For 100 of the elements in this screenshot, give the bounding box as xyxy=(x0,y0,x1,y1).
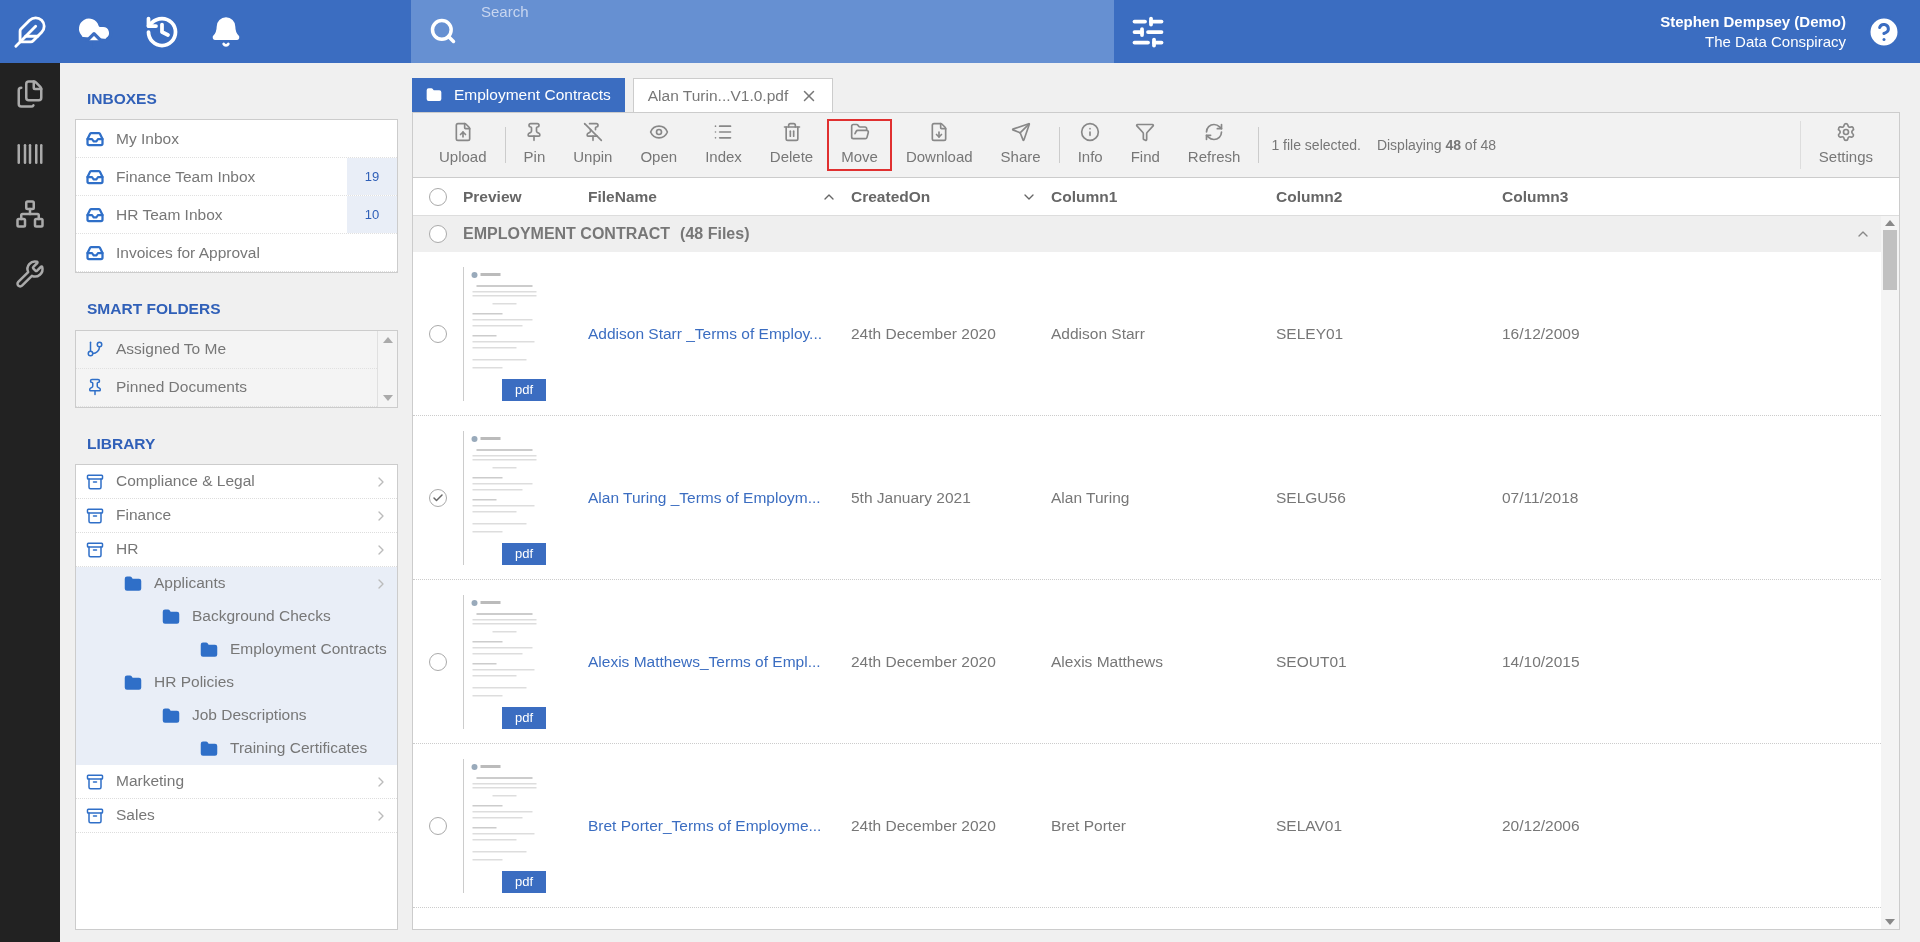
paper-plane-icon xyxy=(1010,121,1031,142)
folder-icon xyxy=(124,673,142,692)
inbox-icon xyxy=(86,129,104,148)
inbox-item[interactable]: Invoices for Approval xyxy=(76,234,397,273)
folder-icon xyxy=(200,640,218,659)
toolbar-button[interactable]: Index xyxy=(691,119,756,171)
file-name-link[interactable]: Addison Starr _Terms of Employ... xyxy=(588,321,851,346)
inbox-label: Finance Team Inbox xyxy=(116,167,257,188)
inbox-item[interactable]: Finance Team Inbox 19 xyxy=(76,158,397,197)
scroll-down-icon[interactable] xyxy=(1885,919,1895,925)
library-label: Applicants xyxy=(154,572,227,593)
tab[interactable]: Alan Turin...V1.0.pdf xyxy=(632,78,834,112)
column-header[interactable]: FileName xyxy=(588,184,851,209)
column3-cell-text: 16/12/2009 xyxy=(1502,323,1581,344)
toolbar-button[interactable]: Settings xyxy=(1804,119,1887,171)
created-on-cell-text: 24th December 2020 xyxy=(851,323,997,344)
inbox-count: 19 xyxy=(347,158,397,196)
column-header[interactable]: CreatedOn xyxy=(851,184,1051,209)
funnel-icon xyxy=(1135,121,1156,142)
documents-icon[interactable] xyxy=(15,79,45,109)
library-item[interactable]: Background Checks xyxy=(76,599,397,633)
toolbar-button[interactable]: Move xyxy=(827,119,892,171)
tab[interactable]: Employment Contracts xyxy=(412,78,625,112)
column-header[interactable]: Column2 xyxy=(1276,184,1502,209)
pin-icon xyxy=(86,378,104,396)
inbox-label: Invoices for Approval xyxy=(116,243,261,264)
row-checkbox[interactable] xyxy=(429,488,447,507)
tab-label: Employment Contracts xyxy=(454,85,611,106)
unpin-icon xyxy=(582,121,603,142)
bell-icon[interactable] xyxy=(210,15,242,48)
group-count: (48 Files) xyxy=(680,224,751,244)
file-type-label: pdf xyxy=(502,542,546,565)
toolbar-button[interactable]: Unpin xyxy=(559,119,627,171)
toolbar-button[interactable]: Pin xyxy=(509,119,560,171)
branch-icon xyxy=(86,340,104,358)
smart-folder-item[interactable]: Pinned Documents xyxy=(76,368,377,407)
column2-cell-text: SELAV01 xyxy=(1276,815,1344,836)
library-label: Compliance & Legal xyxy=(116,470,256,491)
toolbar-button[interactable]: Find xyxy=(1116,119,1174,171)
row-checkbox[interactable] xyxy=(429,652,447,671)
search-icon xyxy=(429,17,457,45)
inbox-item[interactable]: HR Team Inbox 10 xyxy=(76,196,397,235)
toolbar-button[interactable]: Share xyxy=(986,119,1055,171)
library-label: Background Checks xyxy=(192,605,332,626)
column2-cell-text: SELGU56 xyxy=(1276,487,1347,508)
library-item[interactable]: Applicants xyxy=(76,566,397,600)
toolbar-button[interactable]: Delete xyxy=(755,119,828,171)
column1-cell-text: Alexis Matthews xyxy=(1051,651,1164,672)
search-field[interactable]: Search xyxy=(411,0,1114,63)
row-checkbox[interactable] xyxy=(429,324,447,343)
settings-icon xyxy=(1835,121,1856,142)
scroll-thumb[interactable] xyxy=(1883,230,1897,290)
library-label: Training Certificates xyxy=(230,737,369,758)
file-type-label: pdf xyxy=(502,870,546,893)
hierarchy-icon[interactable] xyxy=(15,199,45,229)
select-all-checkbox[interactable] xyxy=(429,187,447,206)
row-checkbox[interactable] xyxy=(429,816,447,835)
inbox-label: HR Team Inbox xyxy=(116,205,224,226)
file-name-link[interactable]: Bret Porter_Terms of Employme... xyxy=(588,813,851,838)
check-icon xyxy=(432,491,444,504)
file-name-link[interactable]: Alexis Matthews_Terms of Empl... xyxy=(588,649,851,674)
selection-status: 1 file selected. xyxy=(1271,135,1361,155)
tools-icon[interactable] xyxy=(15,259,45,289)
column-header[interactable]: Column3 xyxy=(1502,184,1728,209)
column-header[interactable]: Column1 xyxy=(1051,184,1276,209)
toolbar-button[interactable]: Upload xyxy=(425,119,501,171)
logo-icon xyxy=(13,14,47,49)
library-label: HR xyxy=(116,538,140,559)
library-label: HR Policies xyxy=(154,671,236,692)
cabinet-icon xyxy=(86,806,104,825)
toolbar-button[interactable]: Open xyxy=(626,119,692,171)
scroll-up-icon[interactable] xyxy=(1885,220,1895,226)
smart-folder-label: Assigned To Me xyxy=(116,339,226,360)
toolbar-button[interactable]: Refresh xyxy=(1173,119,1255,171)
column1-cell-text: Bret Porter xyxy=(1051,815,1127,836)
group-checkbox[interactable] xyxy=(429,225,447,243)
section-title: SMART FOLDERS xyxy=(87,299,222,320)
smart-folder-item[interactable]: Assigned To Me xyxy=(76,330,377,369)
cabinet-icon xyxy=(86,472,104,491)
library-item[interactable]: Employment Contracts xyxy=(76,632,397,666)
inbox-icon xyxy=(86,243,104,262)
toolbar-button[interactable]: Info xyxy=(1063,119,1117,171)
library-item[interactable]: Job Descriptions xyxy=(76,698,397,732)
library-label: Marketing xyxy=(116,770,186,791)
section-title: LIBRARY xyxy=(87,433,157,454)
inbox-icon xyxy=(86,167,104,186)
column-header[interactable]: Preview xyxy=(463,184,588,209)
group-header[interactable]: EMPLOYMENT CONTRACT (48 Files) xyxy=(413,216,1881,252)
group-label: EMPLOYMENT CONTRACT xyxy=(463,224,671,244)
file-download-icon xyxy=(929,121,950,142)
file-name-link[interactable]: Alan Turing _Terms of Employm... xyxy=(588,485,851,510)
library-item[interactable]: Training Certificates xyxy=(76,731,397,765)
organization-name: The Data Conspiracy xyxy=(1705,31,1846,52)
smart-folder-label: Pinned Documents xyxy=(116,377,247,398)
display-status: Displaying 48 of 48 xyxy=(1376,135,1496,155)
folder-icon xyxy=(162,706,180,725)
library-item[interactable]: HR Policies xyxy=(76,665,397,699)
folder-icon xyxy=(162,607,180,626)
file-type-label: pdf xyxy=(502,378,546,401)
toolbar-button[interactable]: Download xyxy=(891,119,987,171)
